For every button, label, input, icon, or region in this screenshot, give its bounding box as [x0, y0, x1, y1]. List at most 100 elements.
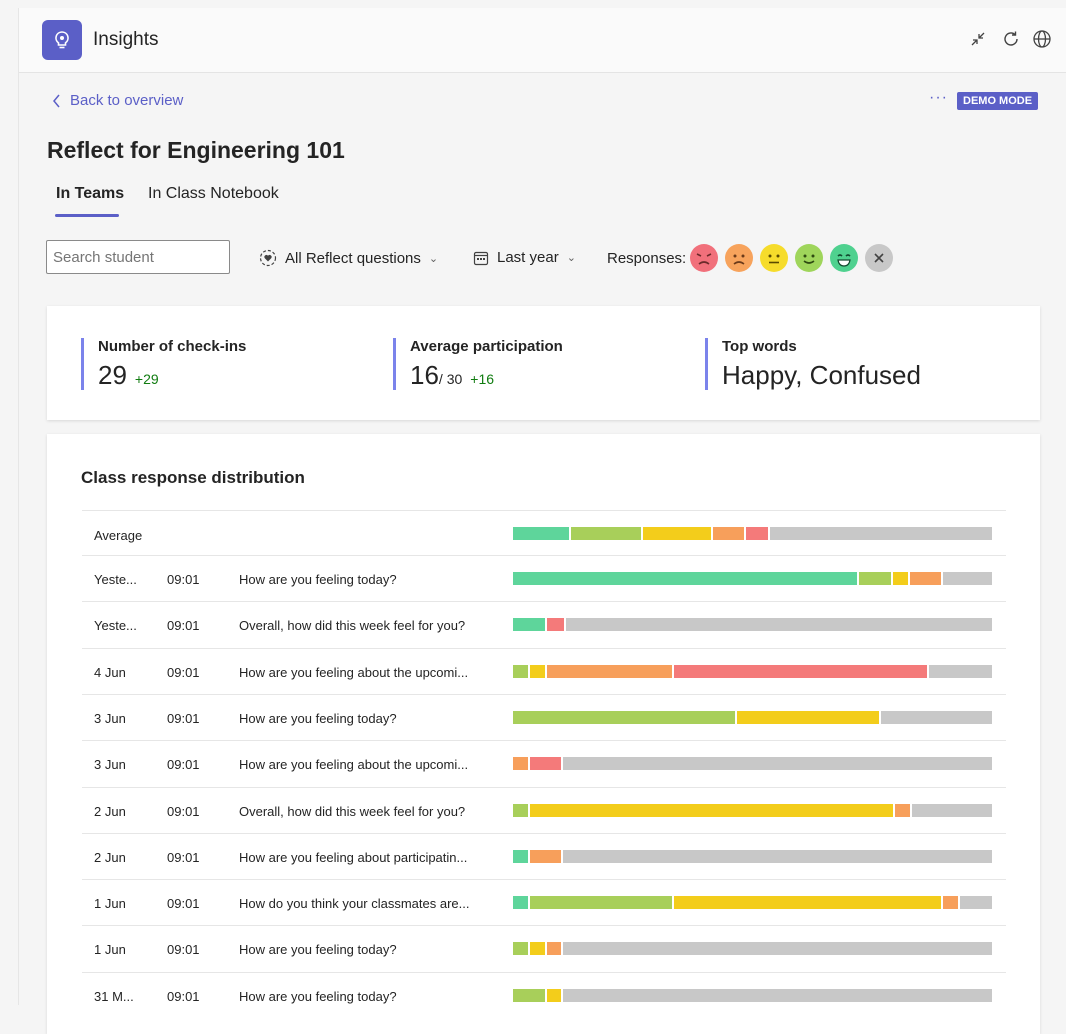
- globe-icon[interactable]: [1031, 28, 1053, 50]
- stat-participation-delta: +16: [470, 371, 495, 387]
- bar-segment-awful: [674, 664, 928, 678]
- bar-segment-awful: [746, 527, 769, 540]
- row-time: 09:01: [167, 849, 200, 865]
- row-date: Yeste...: [94, 572, 137, 587]
- bar-segment-none: [563, 988, 992, 1002]
- grin-face-icon[interactable]: [830, 244, 858, 272]
- row-date: 4 Jun: [94, 664, 126, 680]
- bar-segment-awful: [546, 618, 564, 632]
- stat-participation-denominator: / 30: [438, 371, 463, 387]
- tab-in-class-notebook[interactable]: In Class Notebook: [148, 185, 279, 203]
- table-row[interactable]: 1 Jun 09:01 How are you feeling today?: [82, 925, 1006, 972]
- period-filter-label: Last year: [497, 249, 559, 266]
- table-row[interactable]: 4 Jun 09:01 How are you feeling about the …: [82, 647, 1006, 695]
- reflect-heart-icon: [259, 249, 277, 267]
- stat-checkins-label: Number of check-ins: [98, 338, 247, 355]
- response-distribution-bar[interactable]: [513, 757, 994, 771]
- stat-participation-label: Average participation: [410, 338, 563, 355]
- row-question: How are you feeling about the upcomi...: [239, 664, 469, 680]
- table-row[interactable]: 31 M... 09:01 How are you feeling today?: [82, 971, 1006, 1019]
- table-row[interactable]: 3 Jun 09:01 How are you feeling about the …: [82, 740, 1006, 787]
- bar-segment-good: [570, 527, 641, 540]
- row-date: 3 Jun: [94, 710, 126, 726]
- bar-segment-bad: [712, 527, 745, 540]
- tab-in-teams[interactable]: In Teams: [56, 185, 124, 203]
- response-distribution-bar[interactable]: [513, 988, 994, 1002]
- row-time: 09:01: [167, 710, 200, 726]
- search-student-input[interactable]: [46, 240, 230, 274]
- row-date: Yeste...: [94, 618, 137, 634]
- bar-segment-ok: [529, 942, 545, 956]
- bar-segment-ok: [642, 527, 711, 540]
- average-row: Average: [82, 510, 1006, 556]
- minimize-icon[interactable]: [967, 28, 989, 50]
- bar-segment-none: [960, 896, 992, 910]
- bar-segment-none: [563, 942, 992, 956]
- table-row[interactable]: Yeste... 09:01 Overall, how did this week …: [82, 601, 1006, 648]
- row-date: 2 Jun: [94, 803, 126, 819]
- bar-segment-ok: [529, 803, 894, 817]
- stat-checkins-delta: +29: [134, 371, 159, 387]
- bar-segment-good: [513, 988, 545, 1002]
- row-question: How are you feeling today?: [239, 942, 397, 958]
- stat-top-words-value: Happy, Confused: [722, 360, 921, 390]
- questions-filter-label: All Reflect questions: [285, 249, 421, 267]
- response-distribution-bar[interactable]: [513, 572, 994, 585]
- response-distribution-bar[interactable]: [513, 710, 994, 724]
- period-filter-dropdown[interactable]: Last year ⌄: [473, 249, 576, 266]
- bar-segment-bad: [909, 572, 942, 585]
- stats-card: Number of check-ins 29 +29 Average partic…: [47, 306, 1040, 420]
- app-title: Insights: [93, 29, 159, 50]
- table-row[interactable]: 1 Jun 09:01 How do you think your classmat…: [82, 879, 1006, 926]
- bar-segment-none: [563, 757, 992, 771]
- row-time: 09:01: [167, 757, 200, 773]
- bar-segment-good: [859, 572, 891, 585]
- bar-segment-bad: [529, 849, 562, 863]
- row-time: 09:01: [167, 988, 200, 1004]
- questions-filter-dropdown[interactable]: All Reflect questions ⌄: [259, 249, 438, 267]
- table-row[interactable]: 2 Jun 09:01 Overall, how did this week fee…: [82, 786, 1006, 834]
- row-date: 3 Jun: [94, 757, 126, 773]
- bar-segment-ok: [529, 664, 545, 678]
- refresh-icon[interactable]: [1000, 28, 1022, 50]
- bar-segment-none: [770, 527, 992, 540]
- table-row[interactable]: 3 Jun 09:01 How are you feeling today?: [82, 693, 1006, 741]
- response-distribution-bar[interactable]: [513, 896, 994, 910]
- back-link-label: Back to overview: [70, 92, 184, 109]
- sad-face-icon[interactable]: [725, 244, 753, 272]
- response-distribution-bar[interactable]: [513, 527, 994, 540]
- table-row[interactable]: Yeste... 09:01 How are you feeling today?: [82, 555, 1006, 602]
- active-tab-indicator: [55, 214, 119, 217]
- row-question: How are you feeling about participatin..…: [239, 849, 468, 865]
- bar-segment-ok: [892, 572, 908, 585]
- distribution-title: Class response distribution: [81, 468, 305, 487]
- table-row[interactable]: 2 Jun 09:01 How are you feeling about part…: [82, 832, 1006, 880]
- title-bar: Insights: [19, 8, 1066, 73]
- bar-segment-ok: [736, 710, 879, 724]
- row-time: 09:01: [167, 664, 200, 680]
- smile-face-icon[interactable]: [795, 244, 823, 272]
- miserable-face-icon[interactable]: [690, 244, 718, 272]
- bar-segment-great: [513, 849, 528, 863]
- row-question: Overall, how did this week feel for you?: [239, 803, 466, 819]
- response-distribution-bar[interactable]: [513, 803, 994, 817]
- stat-checkins: Number of check-ins 29 +29: [81, 338, 246, 390]
- bar-segment-none: [929, 664, 992, 678]
- lightbulb-icon: [42, 20, 82, 60]
- response-distribution-bar[interactable]: [513, 618, 994, 632]
- response-distribution-bar[interactable]: [513, 849, 994, 863]
- stat-top-words-label: Top words: [722, 338, 797, 355]
- back-to-overview-link[interactable]: Back to overview: [52, 92, 183, 109]
- chevron-down-icon: ⌄: [428, 252, 439, 265]
- row-question: How do you think your classmates are...: [239, 896, 470, 912]
- clear-filter-icon[interactable]: [865, 244, 893, 272]
- app-window: Insights Back to overview ··· DEMO MODE …: [18, 8, 1066, 1034]
- more-options-icon[interactable]: ···: [929, 89, 948, 107]
- neutral-face-icon[interactable]: [760, 244, 788, 272]
- row-time: 09:01: [167, 618, 200, 634]
- response-distribution-bar[interactable]: [513, 942, 994, 956]
- chevron-left-icon: [53, 94, 60, 107]
- bar-segment-good: [513, 664, 528, 678]
- bar-segment-none: [563, 849, 992, 863]
- response-distribution-bar[interactable]: [513, 664, 994, 678]
